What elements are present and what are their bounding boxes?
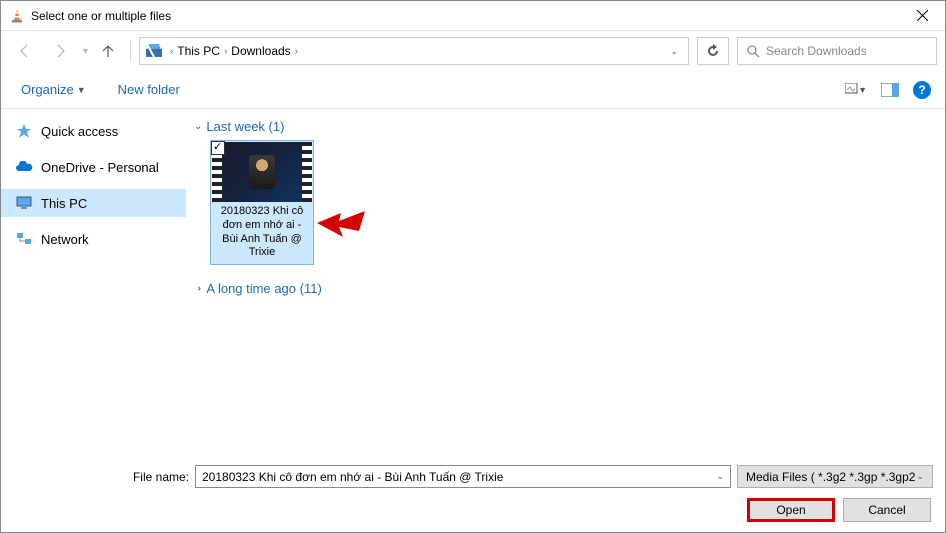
chevron-right-icon: ⌄: [193, 284, 204, 292]
chevron-down-icon: ▼: [858, 85, 867, 95]
cloud-icon: [15, 158, 33, 176]
arrow-up-icon: [100, 43, 116, 59]
file-list: ⌄ Last week (1) 20180323 Khi cô đơn em n…: [186, 109, 945, 499]
help-button[interactable]: ?: [913, 81, 931, 99]
new-folder-button[interactable]: New folder: [112, 78, 186, 101]
star-icon: [15, 122, 33, 140]
breadcrumb-folder[interactable]: Downloads: [231, 44, 290, 58]
chevron-right-icon: ›: [170, 46, 173, 57]
group-last-week[interactable]: ⌄ Last week (1): [194, 119, 945, 134]
breadcrumb[interactable]: › This PC › Downloads › ⌄: [139, 37, 689, 65]
refresh-button[interactable]: [697, 37, 729, 65]
checkbox-icon[interactable]: [211, 141, 225, 155]
sidebar-item-quick-access[interactable]: Quick access: [1, 117, 186, 145]
thumbnails-icon: [845, 83, 858, 97]
pc-icon: [144, 41, 164, 61]
network-icon: [15, 230, 33, 248]
filename-input[interactable]: 20180323 Khi cô đơn em nhớ ai - Bùi Anh …: [195, 465, 731, 488]
sidebar-item-network[interactable]: Network: [1, 225, 186, 253]
up-button[interactable]: [94, 37, 122, 65]
chevron-down-icon: ⌄: [194, 121, 202, 132]
window-title: Select one or multiple files: [31, 9, 899, 23]
file-name-label: 20180323 Khi cô đơn em nhớ ai - Bùi Anh …: [212, 202, 312, 263]
chevron-down-icon[interactable]: ▼: [81, 46, 90, 56]
vlc-icon: [9, 8, 25, 24]
annotation-arrow: [317, 209, 367, 249]
search-placeholder: Search Downloads: [766, 44, 867, 58]
close-button[interactable]: [899, 1, 945, 31]
close-icon: [917, 10, 928, 21]
back-button[interactable]: [9, 37, 41, 65]
navbar: ▼ › This PC › Downloads › ⌄ Search Downl…: [1, 31, 945, 71]
cancel-button[interactable]: Cancel: [843, 498, 931, 522]
open-button[interactable]: Open: [747, 498, 835, 522]
forward-button[interactable]: [45, 37, 77, 65]
chevron-down-icon: ▼: [77, 85, 86, 95]
titlebar: Select one or multiple files: [1, 1, 945, 31]
chevron-down-icon[interactable]: ⌄: [670, 46, 678, 57]
arrow-left-icon: [16, 42, 34, 60]
chevron-right-icon: ›: [295, 46, 298, 57]
footer: File name: 20180323 Khi cô đơn em nhớ ai…: [1, 457, 945, 532]
monitor-icon: [15, 194, 33, 212]
filename-label: File name:: [13, 470, 189, 484]
refresh-icon: [706, 44, 720, 58]
separator: [130, 40, 131, 62]
chevron-right-icon: ›: [224, 46, 227, 57]
file-item[interactable]: 20180323 Khi cô đơn em nhớ ai - Bùi Anh …: [210, 140, 314, 265]
video-thumbnail: [212, 142, 312, 202]
main: Quick access OneDrive - Personal This PC…: [1, 109, 945, 499]
toolbar: Organize ▼ New folder ▼ ?: [1, 71, 945, 109]
group-long-time-ago[interactable]: ⌄ A long time ago (11): [194, 281, 945, 296]
preview-icon: [881, 83, 899, 97]
filetype-filter[interactable]: Media Files ( *.3g2 *.3gp *.3gp2 ⌄: [737, 465, 933, 488]
organize-button[interactable]: Organize ▼: [15, 78, 92, 101]
search-icon: [746, 44, 760, 58]
preview-pane-button[interactable]: [879, 79, 901, 101]
chevron-down-icon[interactable]: ⌄: [716, 471, 724, 482]
search-input[interactable]: Search Downloads: [737, 37, 937, 65]
sidebar-item-this-pc[interactable]: This PC: [1, 189, 186, 217]
arrow-right-icon: [52, 42, 70, 60]
breadcrumb-root[interactable]: This PC: [177, 44, 220, 58]
chevron-down-icon: ⌄: [916, 471, 924, 482]
view-thumbnails-button[interactable]: ▼: [845, 79, 867, 101]
sidebar-item-onedrive[interactable]: OneDrive - Personal: [1, 153, 186, 181]
sidebar: Quick access OneDrive - Personal This PC…: [1, 109, 186, 499]
